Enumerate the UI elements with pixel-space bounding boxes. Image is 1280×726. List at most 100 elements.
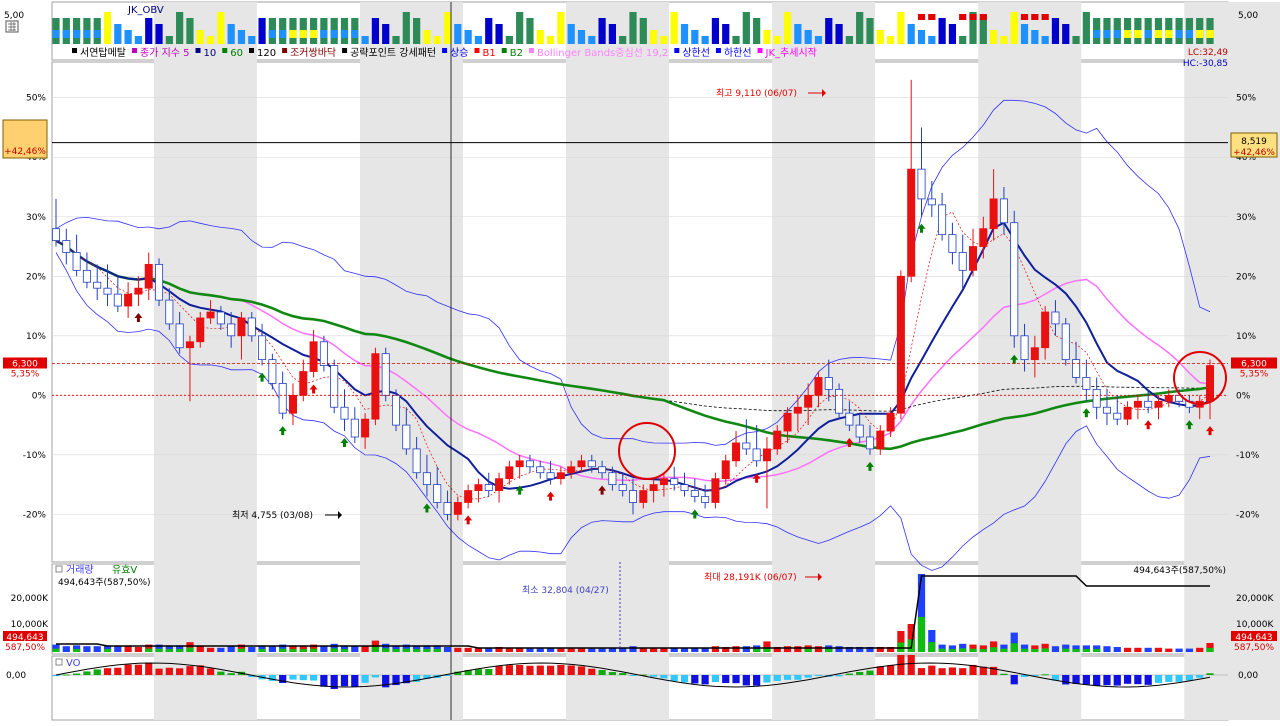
candle-body: [443, 502, 452, 515]
obv-bar: [639, 18, 647, 44]
obv-bar: [103, 12, 112, 44]
effective-volume-bar: [73, 649, 81, 652]
obv-bar: [804, 30, 812, 44]
legend-item: 공략포인트 강세패턴: [350, 47, 436, 59]
chart-canvas[interactable]: 5,00 5,00 JK_OBV 50%40%30%20%10%0%-10%-2…: [0, 0, 1280, 722]
vo-bar: [753, 675, 761, 686]
obv-bar: [83, 30, 91, 38]
obv-bar: [1165, 30, 1173, 38]
vo-bar: [557, 664, 565, 675]
candle-body: [608, 472, 617, 486]
effective-volume-bar: [433, 649, 441, 652]
vo-bar: [495, 666, 503, 675]
vo-bar: [701, 675, 709, 685]
obv-bar: [165, 36, 173, 44]
candle-body: [185, 341, 194, 349]
candle-body: [72, 252, 81, 271]
obv-bar: [825, 18, 833, 44]
obv-scale-left: 5,00: [4, 11, 24, 21]
obv-bar: [948, 24, 957, 44]
volume-bar: [598, 648, 606, 652]
volume-bar: [196, 646, 204, 652]
effective-volume-bar: [392, 649, 400, 652]
left-badge: +42,46%: [2, 119, 48, 159]
obv-bar: [1020, 24, 1029, 44]
obv-bar: [711, 18, 720, 44]
candle-body: [62, 240, 71, 253]
y-tick-right: -10%: [1236, 451, 1260, 461]
obv-bar: [351, 30, 359, 38]
obv-bar: [835, 24, 843, 44]
vo-bar: [722, 675, 730, 684]
candle-body: [742, 442, 751, 450]
vo-bar: [289, 675, 297, 680]
legend-item: 60: [230, 48, 243, 59]
vo-bar: [351, 675, 359, 687]
volume-bar: [1185, 648, 1193, 652]
vo-bar: [134, 664, 143, 675]
candle-body: [412, 448, 421, 474]
candle-body: [515, 460, 524, 468]
vo-bar: [320, 675, 328, 687]
volume-effective-title: 유효V: [112, 564, 137, 576]
candle-body: [577, 460, 586, 468]
vo-bar: [165, 667, 173, 675]
obv-bar: [557, 12, 565, 44]
candle-body: [845, 412, 854, 426]
obv-bar: [495, 24, 503, 44]
vo-bar: [52, 675, 60, 677]
candle-body: [938, 204, 947, 236]
obv-bar: [917, 14, 926, 20]
effective-volume-bar: [917, 616, 926, 652]
candle-body: [402, 424, 411, 450]
candle-body: [979, 228, 988, 247]
vo-bar: [474, 669, 483, 675]
candle-body: [278, 383, 287, 414]
effective-volume-bar: [52, 648, 60, 652]
candle-body: [340, 406, 349, 420]
volume-tick-2-left: 10,000K: [11, 620, 49, 630]
effective-volume-bar: [1093, 649, 1101, 652]
effective-volume-bar: [340, 649, 349, 652]
volume-bar: [1123, 647, 1132, 652]
candle-body: [350, 418, 359, 438]
left-badge-pct: +42,46%: [4, 147, 46, 157]
effective-volume-bar: [804, 649, 812, 652]
obv-bar: [433, 36, 441, 44]
candle-body: [752, 448, 761, 462]
candle-body: [474, 484, 483, 491]
vo-zero-right: 0,00: [1238, 671, 1258, 681]
effective-volume-bar: [948, 649, 957, 652]
candle-body: [1205, 365, 1215, 402]
obv-bar: [1144, 30, 1152, 38]
vo-bar: [598, 670, 606, 675]
obv-bar: [93, 30, 101, 38]
vo-bar: [907, 655, 915, 675]
candle-body: [1041, 311, 1050, 349]
candle-body: [886, 412, 895, 432]
obv-bar: [763, 30, 771, 44]
obv-bar: [402, 12, 410, 44]
obv-bar: [1134, 30, 1142, 38]
candle-body: [639, 490, 648, 503]
obv-bar: [289, 30, 297, 38]
volume-bar: [783, 646, 792, 652]
vo-bar: [62, 674, 70, 676]
legend-item: 하한선: [724, 46, 752, 59]
volume-bar: [62, 646, 70, 652]
vo-bar: [917, 668, 926, 675]
obv-bar: [196, 30, 204, 44]
effective-volume-bar: [938, 648, 946, 652]
candle-body: [804, 394, 813, 408]
vo-bar: [886, 665, 895, 675]
legend-swatch: [501, 48, 507, 53]
effective-volume-bar: [990, 647, 998, 652]
obv-bar: [361, 36, 369, 44]
obv-bar: [990, 30, 998, 44]
volume-min-label: 최소 32,804 (04/27): [522, 585, 609, 596]
candle-body: [865, 436, 874, 450]
volume-bar: [217, 647, 225, 652]
obv-bar: [845, 36, 853, 44]
volume-bar: [1196, 647, 1204, 652]
obv-bar: [1206, 30, 1214, 38]
